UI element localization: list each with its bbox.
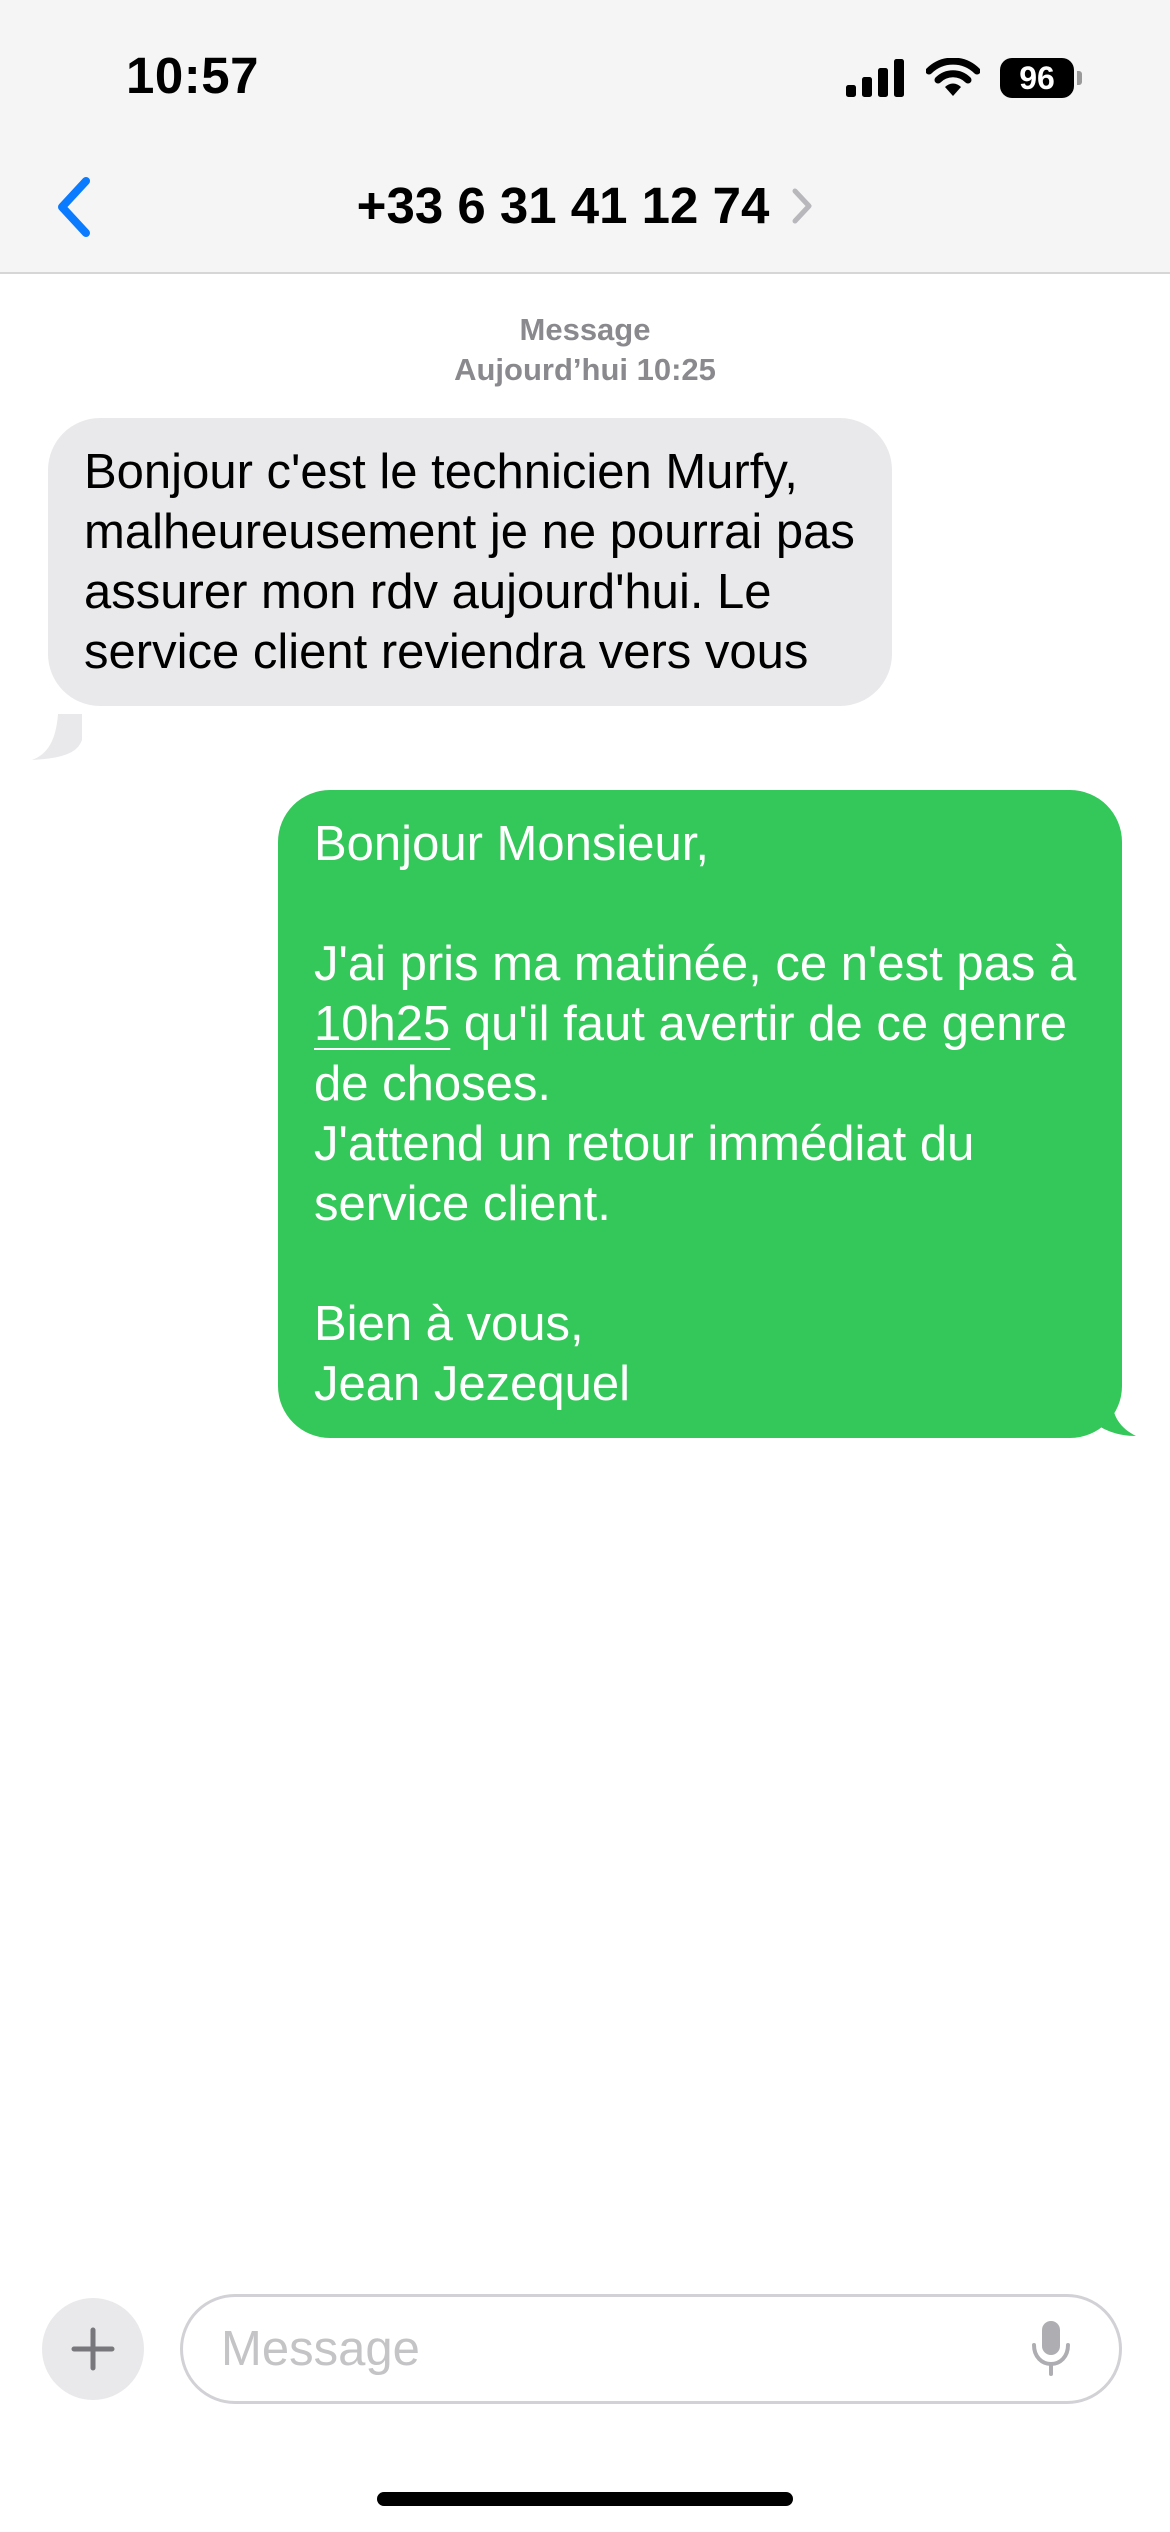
dictation-button[interactable] xyxy=(1011,2309,1091,2389)
battery-cap xyxy=(1077,71,1082,85)
contact-button[interactable]: +33 6 31 41 12 74 xyxy=(357,176,814,235)
incoming-bubble-tail xyxy=(32,714,82,760)
status-time: 10:57 xyxy=(126,47,259,104)
chevron-left-icon xyxy=(58,177,90,237)
outgoing-text-1: Bonjour Monsieur, J'ai pris ma matinée, … xyxy=(314,817,1077,991)
time-link[interactable]: 10h25 xyxy=(314,997,450,1051)
status-icons: 96 xyxy=(846,54,1082,102)
plus-icon xyxy=(71,2327,115,2371)
cellular-signal-icon xyxy=(846,59,904,97)
service-label: Message xyxy=(519,312,651,347)
contact-name: +33 6 31 41 12 74 xyxy=(356,177,770,234)
message-input[interactable] xyxy=(183,2296,1011,2402)
battery-icon: 96 xyxy=(1000,58,1082,98)
back-button[interactable] xyxy=(44,170,104,244)
incoming-message[interactable]: Bonjour c'est le technicien Murfy, malhe… xyxy=(48,418,892,706)
chevron-right-icon xyxy=(792,188,812,223)
apps-plus-button[interactable] xyxy=(42,2298,144,2400)
microphone-icon xyxy=(1032,2321,1070,2376)
message-timestamp: Aujourd’hui 10:25 xyxy=(454,352,716,387)
messages-screen: 10:57 96 +33 6 31 41 12 74 Message Aujou… xyxy=(0,0,1170,2532)
wifi-icon xyxy=(926,58,980,96)
battery-level: 96 xyxy=(1000,58,1074,98)
message-field xyxy=(180,2294,1122,2404)
outgoing-text-2: qu'il faut avertir de ce genre de choses… xyxy=(314,997,1068,1411)
outgoing-message[interactable]: Bonjour Monsieur, J'ai pris ma matinée, … xyxy=(278,790,1122,1438)
contact-header: +33 6 31 41 12 74 xyxy=(0,176,1170,235)
home-indicator[interactable] xyxy=(377,2492,793,2506)
conversation-meta: Message Aujourd’hui 10:25 xyxy=(0,310,1170,390)
header: 10:57 96 +33 6 31 41 12 74 xyxy=(0,0,1170,274)
